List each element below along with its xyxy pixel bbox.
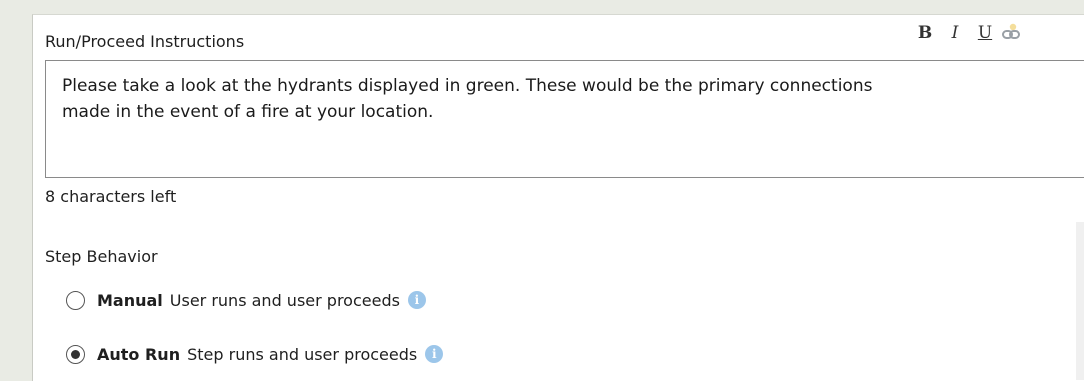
info-icon[interactable]: i xyxy=(407,291,426,309)
radio-selected-dot xyxy=(71,349,80,359)
auto-run-radio[interactable] xyxy=(66,344,85,364)
auto-run-option-description: Step runs and user proceeds xyxy=(187,344,418,364)
italic-button[interactable]: I xyxy=(940,23,970,43)
underline-button[interactable]: U xyxy=(970,23,1000,43)
manual-radio[interactable] xyxy=(66,290,85,310)
manual-option[interactable]: Manual User runs and user proceeds i xyxy=(66,288,426,312)
link-icon[interactable] xyxy=(1000,22,1030,44)
auto-run-option-title: Auto Run xyxy=(97,344,181,364)
instructions-text-line-2: made in the event of a fire at your loca… xyxy=(62,102,434,122)
instructions-textarea[interactable]: Please take a look at the hydrants displ… xyxy=(45,60,1084,178)
step-behavior-label: Step Behavior xyxy=(45,247,158,266)
instructions-text-line-1: Please take a look at the hydrants displ… xyxy=(62,76,873,96)
manual-option-description: User runs and user proceeds xyxy=(169,290,400,310)
bold-button[interactable]: B xyxy=(910,23,940,43)
info-icon[interactable]: i xyxy=(425,345,444,363)
manual-option-title: Manual xyxy=(97,290,163,310)
auto-run-option[interactable]: Auto Run Step runs and user proceeds i xyxy=(66,342,444,366)
instructions-label: Run/Proceed Instructions xyxy=(45,32,245,51)
scroll-strip xyxy=(1076,222,1084,380)
formatting-toolbar: B I U xyxy=(910,22,1030,44)
characters-left-counter: 8 characters left xyxy=(45,187,177,206)
